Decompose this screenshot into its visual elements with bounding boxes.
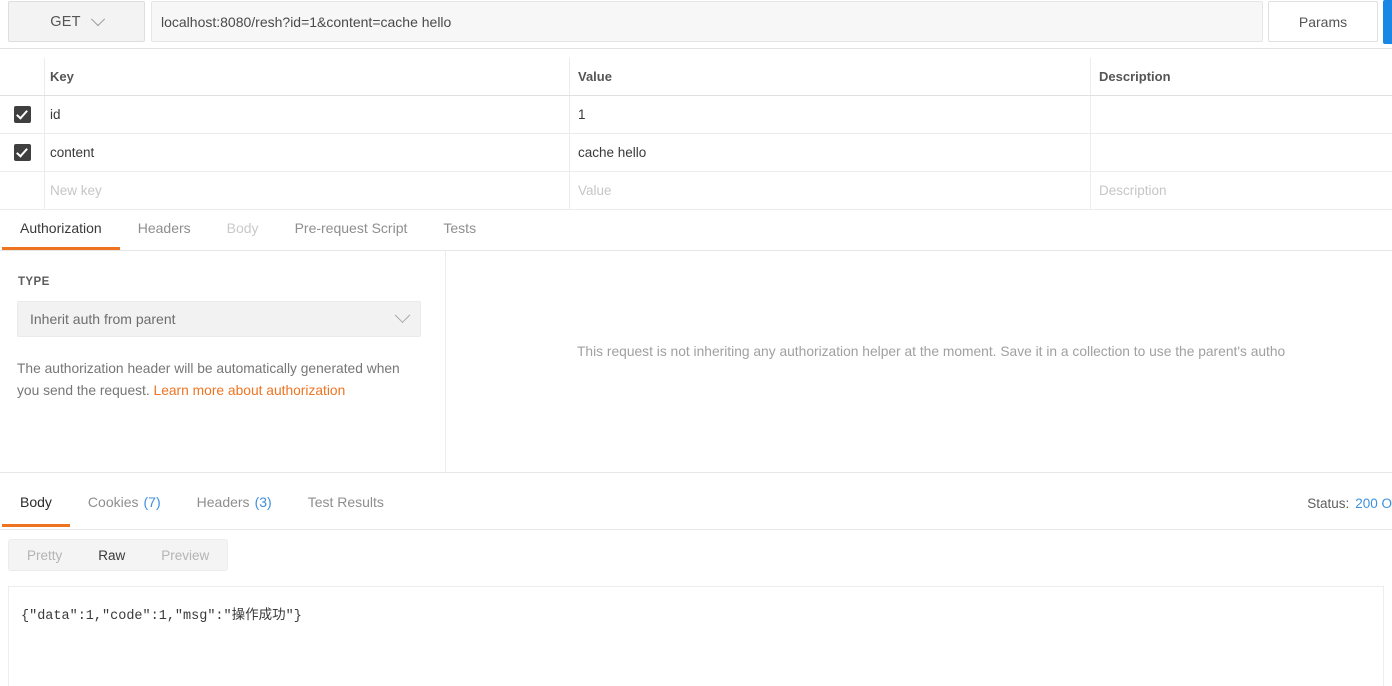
request-tab-bar: Authorization Headers Body Pre-request S… (0, 208, 1392, 251)
response-view-toolbar: Pretty Raw Preview (0, 529, 1392, 581)
http-method-label: GET (50, 14, 80, 30)
response-tab-cookies-label: Cookies (88, 494, 139, 510)
view-mode-pretty[interactable]: Pretty (9, 540, 80, 570)
table-row: id 1 (0, 96, 1392, 134)
headers-count: (3) (255, 494, 272, 510)
authorization-pane: TYPE Inherit auth from parent The author… (0, 251, 1392, 473)
response-tab-headers[interactable]: Headers (3) (179, 480, 290, 527)
param-key-cell[interactable]: content (44, 134, 569, 171)
view-mode-raw[interactable]: Raw (80, 540, 143, 570)
cookies-count: (7) (144, 494, 161, 510)
query-params-table: Key Value Description id 1 content cache… (0, 58, 1392, 210)
response-tab-test-results[interactable]: Test Results (290, 480, 402, 527)
new-param-description-cell[interactable]: Description (1090, 172, 1392, 209)
params-button[interactable]: Params (1268, 1, 1378, 42)
response-tab-bar: Body Cookies (7) Headers (3) Test Result… (0, 480, 1392, 530)
header-checkbox-cell (0, 58, 44, 95)
response-tabs-group: Body Cookies (7) Headers (3) Test Result… (2, 480, 402, 528)
param-key-text: content (50, 145, 94, 160)
response-tab-body-label: Body (20, 494, 52, 510)
send-button[interactable] (1383, 0, 1392, 44)
request-url-bar: GET localhost:8080/resh?id=1&content=cac… (0, 0, 1392, 49)
param-value-text: cache hello (578, 145, 646, 160)
column-header-key: Key (44, 58, 569, 95)
auth-inherit-message: This request is not inheriting any autho… (577, 344, 1392, 359)
new-description-placeholder: Description (1099, 183, 1167, 198)
column-header-value: Value (569, 58, 1090, 95)
response-body-viewer[interactable]: {"data":1,"code":1,"msg":"操作成功"} (8, 586, 1384, 686)
auth-type-value: Inherit auth from parent (30, 311, 397, 327)
tab-headers[interactable]: Headers (120, 208, 209, 250)
param-key-text: id (50, 107, 61, 122)
tab-authorization[interactable]: Authorization (2, 208, 120, 250)
column-header-description: Description (1090, 58, 1392, 95)
chevron-down-icon (91, 12, 105, 26)
response-status: Status: 200 O (1307, 480, 1392, 527)
row-checkbox-cell (0, 96, 44, 133)
auth-type-label: TYPE (18, 276, 50, 288)
row-checkbox-cell (0, 134, 44, 171)
param-enabled-checkbox[interactable] (14, 106, 31, 123)
response-tab-body[interactable]: Body (2, 480, 70, 527)
status-badge: 200 O (1355, 496, 1392, 511)
param-description-cell[interactable] (1090, 134, 1392, 171)
param-description-cell[interactable] (1090, 96, 1392, 133)
chevron-down-icon (395, 307, 411, 323)
row-checkbox-cell (0, 172, 44, 209)
auth-help-text: The authorization header will be automat… (17, 358, 421, 402)
param-value-cell[interactable]: 1 (569, 96, 1090, 133)
authorization-right-panel: This request is not inheriting any autho… (447, 251, 1392, 472)
tab-pre-request-script[interactable]: Pre-request Script (277, 208, 426, 250)
status-label: Status: (1307, 496, 1349, 511)
body-view-mode-group: Pretty Raw Preview (8, 539, 228, 571)
table-header-row: Key Value Description (0, 58, 1392, 96)
view-mode-preview[interactable]: Preview (143, 540, 227, 570)
table-row-new: New key Value Description (0, 172, 1392, 210)
tab-tests[interactable]: Tests (425, 208, 494, 250)
tab-body[interactable]: Body (209, 208, 277, 250)
new-key-placeholder: New key (50, 183, 102, 198)
param-key-cell[interactable]: id (44, 96, 569, 133)
new-param-key-cell[interactable]: New key (44, 172, 569, 209)
response-tab-test-results-label: Test Results (308, 494, 384, 510)
authorization-left-panel: TYPE Inherit auth from parent The author… (0, 251, 446, 472)
param-value-cell[interactable]: cache hello (569, 134, 1090, 171)
new-value-placeholder: Value (578, 183, 612, 198)
response-tab-cookies[interactable]: Cookies (7) (70, 480, 179, 527)
response-tab-headers-label: Headers (197, 494, 250, 510)
param-enabled-checkbox[interactable] (14, 144, 31, 161)
http-method-dropdown[interactable]: GET (8, 1, 145, 42)
request-url-input[interactable]: localhost:8080/resh?id=1&content=cache h… (151, 1, 1263, 42)
auth-type-dropdown[interactable]: Inherit auth from parent (17, 301, 421, 337)
new-param-value-cell[interactable]: Value (569, 172, 1090, 209)
table-row: content cache hello (0, 134, 1392, 172)
response-body-text: {"data":1,"code":1,"msg":"操作成功"} (9, 587, 1383, 624)
learn-more-authorization-link[interactable]: Learn more about authorization (154, 383, 346, 398)
param-value-text: 1 (578, 107, 586, 122)
